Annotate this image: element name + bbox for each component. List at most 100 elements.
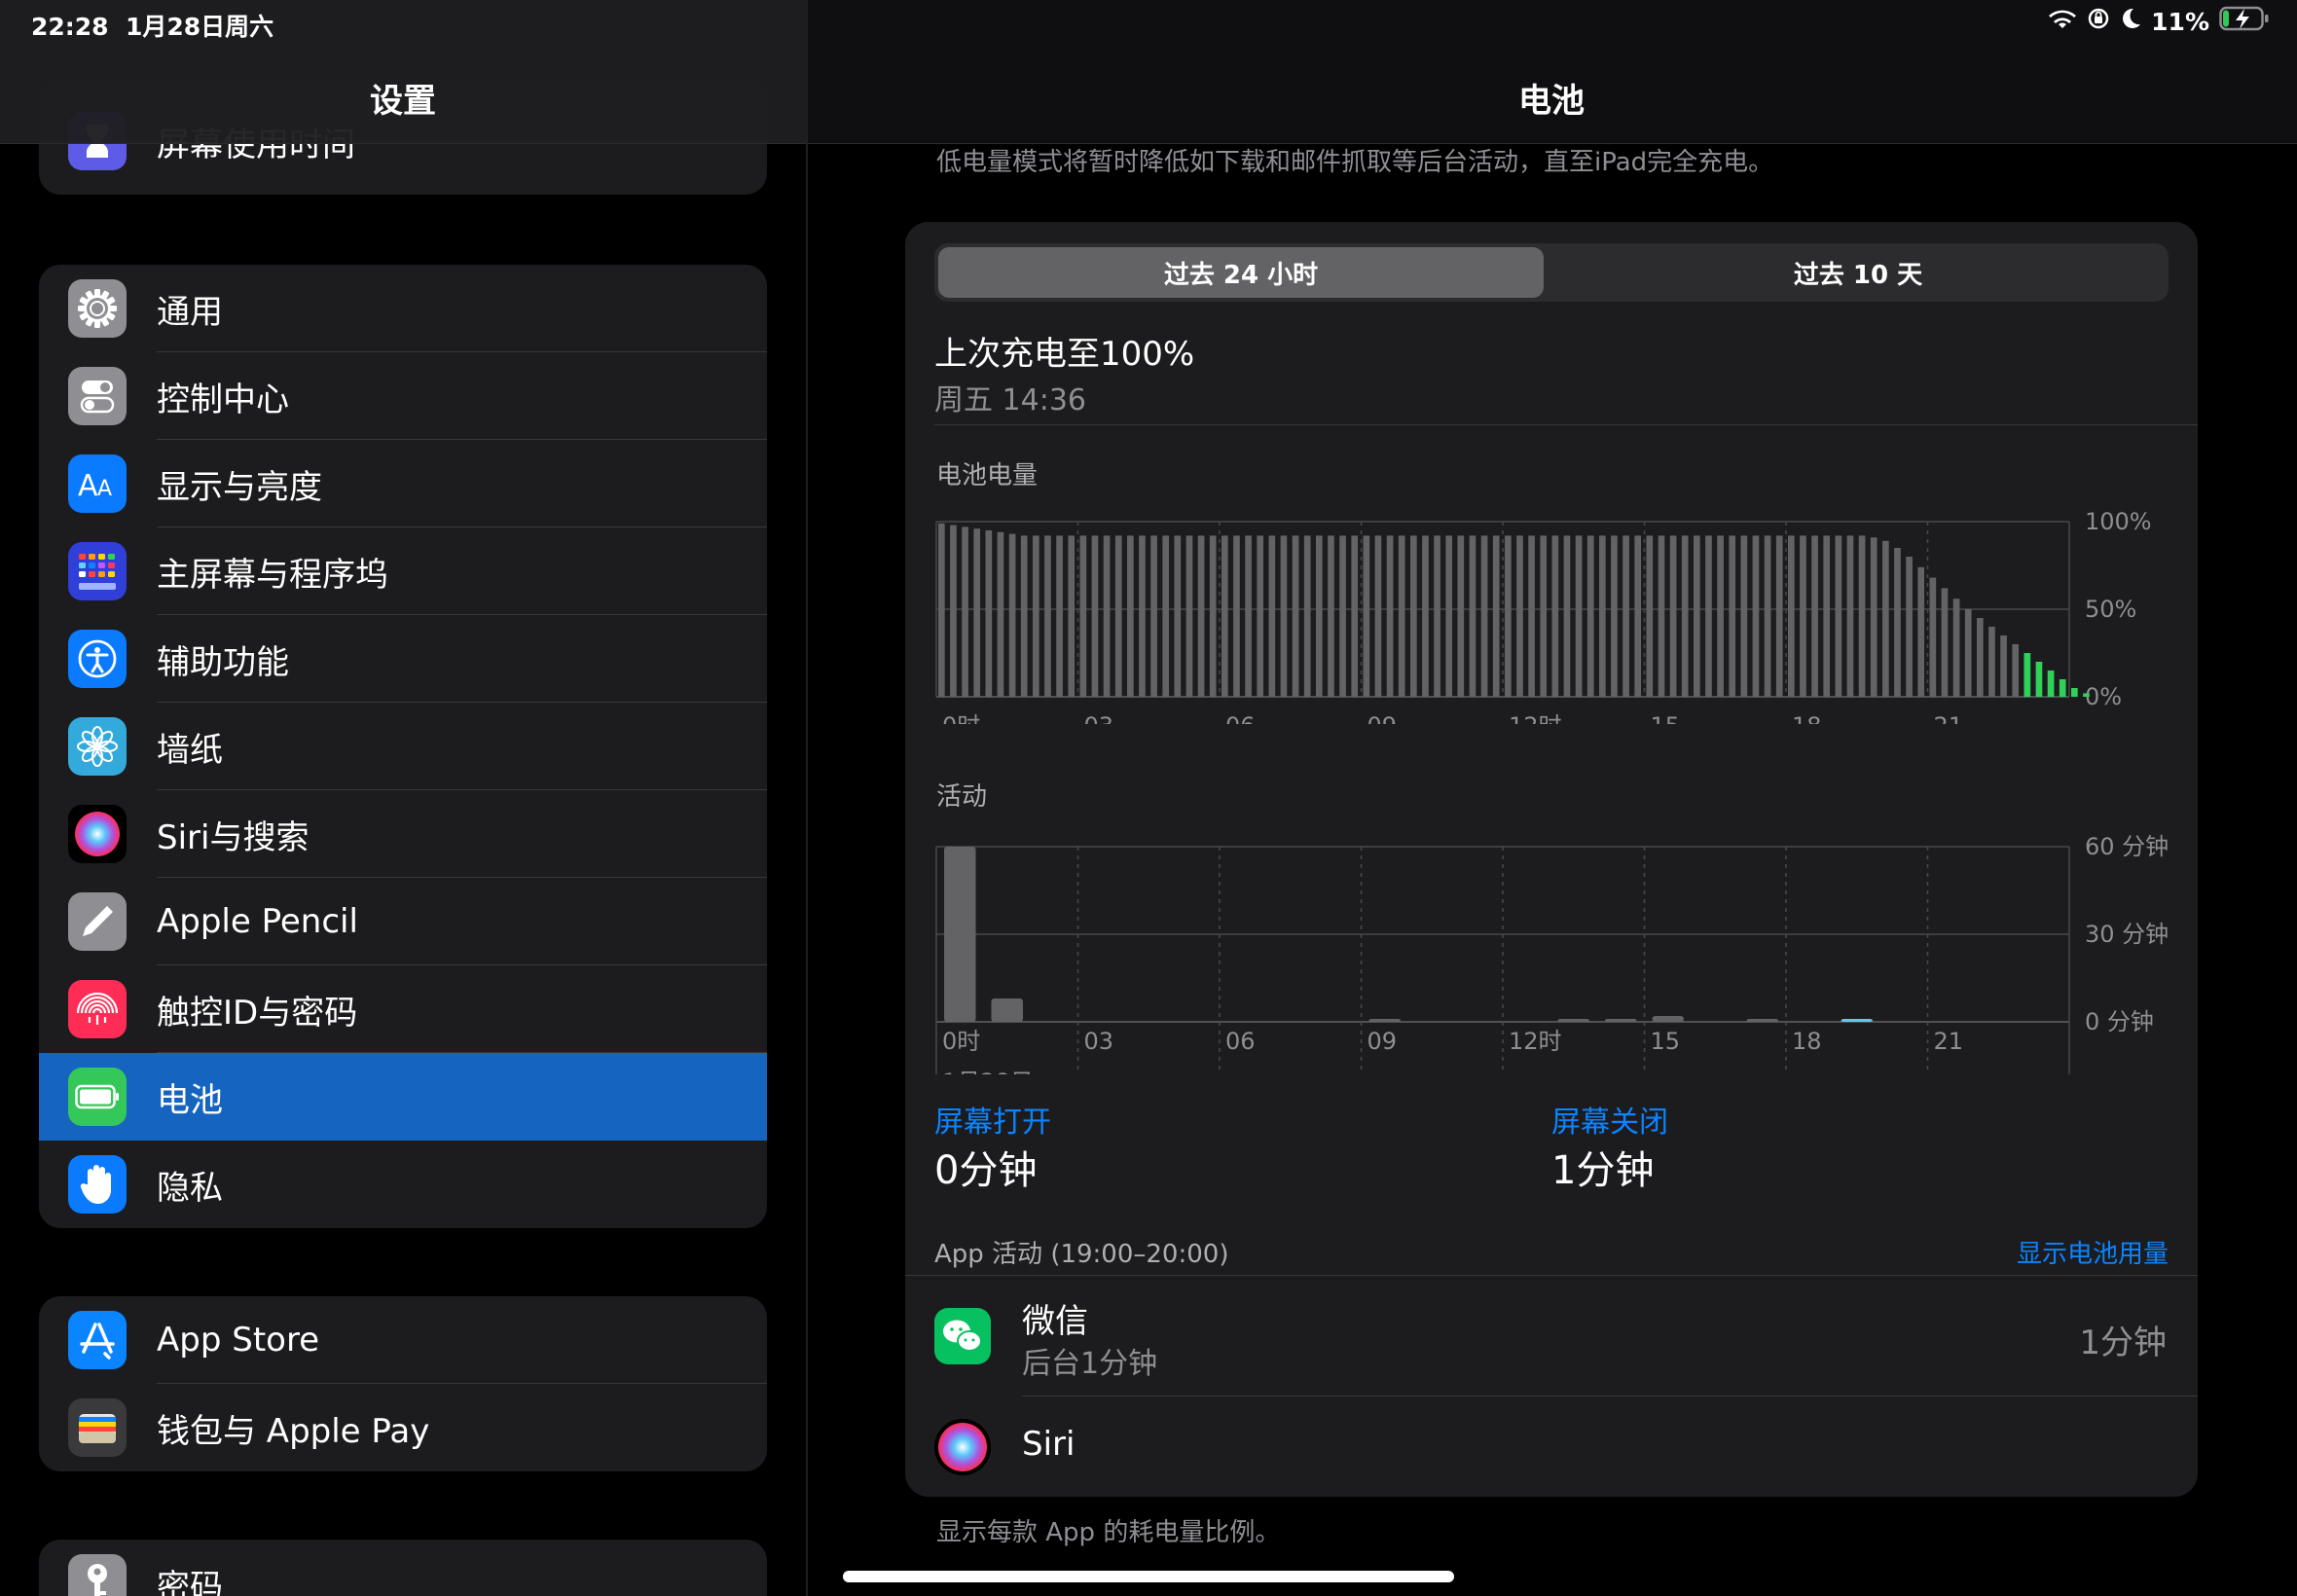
battery-bar xyxy=(2059,679,2066,697)
battery-bar xyxy=(997,531,1004,697)
sidebar-item-app-store[interactable]: App Store xyxy=(39,1296,767,1384)
sidebar-item-battery[interactable]: 电池 xyxy=(39,1053,767,1141)
sidebar-item-label: 密码 xyxy=(157,1567,223,1596)
last-charge-title: 上次充电至100% xyxy=(934,335,1195,374)
app-name: Siri xyxy=(1022,1425,1076,1464)
status-time-date: 22:28 1月28日周六 xyxy=(31,8,273,43)
sidebar-item-hand[interactable]: 隐私 xyxy=(39,1141,767,1228)
sidebar-group-passwords: 密码 xyxy=(39,1540,767,1596)
battery-bar xyxy=(1174,535,1182,697)
x-tick-label: 12时 xyxy=(1509,1028,1562,1055)
x-tick-label: 15 xyxy=(1651,712,1681,724)
sidebar-item-pencil[interactable]: Apple Pencil xyxy=(39,878,767,965)
battery-bar xyxy=(1469,535,1477,697)
battery-bar xyxy=(1245,535,1252,697)
activity-bar xyxy=(1652,1016,1684,1022)
battery-bar xyxy=(1752,535,1760,697)
sidebar-item-home-grid[interactable]: 主屏幕与程序坞 xyxy=(39,527,767,615)
activity-bar xyxy=(1605,1019,1637,1022)
sidebar-item-label: 隐私 xyxy=(157,1168,223,1208)
x-tick-label: 0时 xyxy=(942,712,980,724)
show-battery-usage-link[interactable]: 显示电池用量 xyxy=(2017,1234,2169,1270)
sidebar-item-fingerprint[interactable]: 触控ID与密码 xyxy=(39,965,767,1053)
battery-bar xyxy=(1068,535,1076,697)
battery-bar xyxy=(1505,535,1512,697)
battery-bar xyxy=(1729,535,1736,697)
sidebar-item-siri[interactable]: Siri与搜索 xyxy=(39,790,767,878)
settings-sidebar: 屏幕使用时间 通用 控制中心 A A 显示与亮度 主屏幕与程序坞 辅助功能 墙纸 Siri与搜索… xyxy=(0,0,806,1596)
app-row-siri[interactable]: Siri xyxy=(905,1397,2198,1497)
sidebar-item-text-size[interactable]: A A 显示与亮度 xyxy=(39,440,767,527)
sidebar-item-accessibility[interactable]: 辅助功能 xyxy=(39,615,767,703)
battery-bar xyxy=(1079,535,1087,697)
battery-bar xyxy=(1422,535,1429,697)
sidebar-item-gear[interactable]: 通用 xyxy=(39,265,767,352)
battery-bar xyxy=(1114,535,1122,697)
activity-bar xyxy=(944,847,976,1022)
battery-bar xyxy=(1020,535,1028,697)
page-title: 电池 xyxy=(1518,82,1585,121)
home-indicator[interactable] xyxy=(843,1571,1454,1582)
battery-bar xyxy=(1398,535,1405,697)
activity-bar xyxy=(1557,1019,1589,1022)
y-tick-label: 0 分钟 xyxy=(2085,1008,2154,1035)
app-row-wechat[interactable]: 微信 后台1分钟 1分钟 xyxy=(905,1277,2198,1396)
battery-bar xyxy=(1457,535,1465,697)
app-activity-header: App 活动 (19:00–20:00) xyxy=(934,1240,1229,1269)
last-charge-time: 周五 14:36 xyxy=(934,383,1086,417)
wechat-icon xyxy=(934,1308,991,1364)
battery-bar xyxy=(1563,535,1571,697)
battery-bar xyxy=(1480,535,1488,697)
footer-note: 显示每款 App 的耗电量比例。 xyxy=(936,1518,1281,1547)
sidebar-item-passwords[interactable]: 密码 xyxy=(39,1540,767,1596)
screen-on-value: 0分钟 xyxy=(934,1148,1038,1193)
app-name: 微信 xyxy=(1022,1302,1088,1341)
battery-bar xyxy=(1351,535,1359,697)
battery-bar xyxy=(1516,535,1523,697)
svg-text:A: A xyxy=(97,477,112,501)
battery-bar xyxy=(1363,535,1370,697)
sidebar-item-toggles[interactable]: 控制中心 xyxy=(39,352,767,440)
x-tick-label: 18 xyxy=(1792,1028,1822,1055)
battery-bar xyxy=(938,523,945,697)
screen-off-value: 1分钟 xyxy=(1551,1148,1655,1193)
divider xyxy=(934,424,2198,425)
battery-bar xyxy=(1977,618,1984,697)
activity-chart-title: 活动 xyxy=(936,782,988,812)
battery-bar xyxy=(1434,535,1440,697)
sidebar-item-flower[interactable]: 墙纸 xyxy=(39,703,767,790)
battery-bar xyxy=(2012,644,2020,697)
battery-bar xyxy=(1611,535,1618,697)
segment-last-24-hours[interactable]: 过去 24 小时 xyxy=(938,247,1544,298)
battery-bar xyxy=(1622,535,1629,697)
segment-last-10-days[interactable]: 过去 10 天 xyxy=(1551,247,2165,298)
activity-bar xyxy=(991,998,1023,1022)
x-tick-label: 09 xyxy=(1367,712,1398,724)
battery-bar xyxy=(1044,535,1051,697)
battery-usage-card: 过去 24 小时 过去 10 天 上次充电至100% 周五 14:36 电池电量… xyxy=(905,222,2198,1497)
battery-bar xyxy=(1941,588,1949,697)
activity-bar xyxy=(1746,1019,1778,1022)
battery-bar xyxy=(985,530,993,697)
battery-bar xyxy=(1185,535,1193,697)
battery-bar xyxy=(1197,535,1205,697)
y-tick-label: 100% xyxy=(2085,508,2152,535)
battery-bar xyxy=(1540,535,1548,697)
sidebar-item-wallet[interactable]: 钱包与 Apple Pay xyxy=(39,1384,767,1471)
battery-bar xyxy=(1599,535,1606,697)
battery-bar xyxy=(2047,671,2055,697)
battery-bar xyxy=(1775,535,1783,697)
battery-bar xyxy=(1634,535,1642,697)
accessibility-icon xyxy=(68,630,127,688)
battery-bar xyxy=(1929,577,1937,697)
sidebar-item-label: Apple Pencil xyxy=(157,902,358,941)
battery-bar xyxy=(1717,535,1724,697)
battery-bar xyxy=(1988,627,1995,697)
battery-bar xyxy=(1528,535,1535,697)
battery-bar xyxy=(1410,535,1417,697)
battery-bar xyxy=(1316,535,1323,697)
y-tick-label: 30 分钟 xyxy=(2085,921,2169,948)
sidebar-item-label: 钱包与 Apple Pay xyxy=(157,1411,430,1451)
time-range-segmented-control: 过去 24 小时 过去 10 天 xyxy=(934,243,2169,302)
battery-bar xyxy=(1257,535,1264,697)
